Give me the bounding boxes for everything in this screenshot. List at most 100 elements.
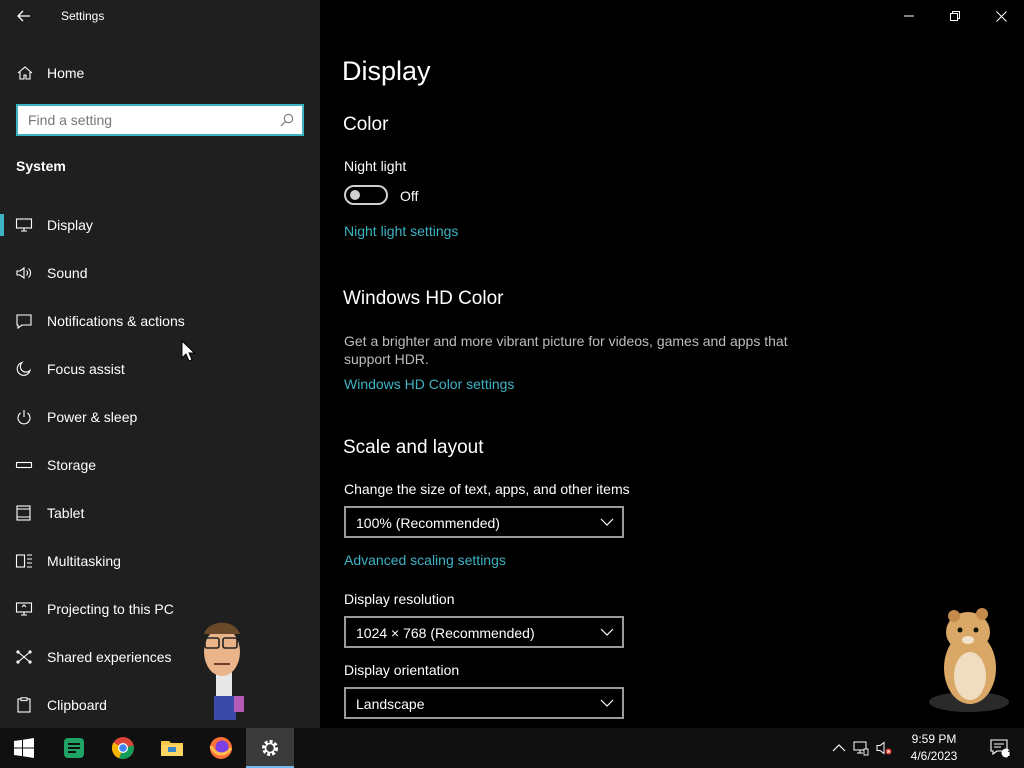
back-arrow-icon (17, 10, 30, 22)
tablet-icon (16, 505, 31, 521)
minimize-icon (904, 15, 914, 17)
search-input[interactable] (18, 106, 274, 134)
night-light-settings-link[interactable]: Night light settings (344, 223, 458, 239)
taskbar-file-explorer[interactable] (148, 728, 196, 768)
shared-experiences-icon (16, 650, 32, 664)
power-icon (17, 410, 31, 425)
close-icon (995, 10, 1007, 22)
notification-count-badge: 1 (1007, 749, 1013, 760)
sidebar-item-tablet[interactable]: Tablet (0, 493, 320, 533)
close-button[interactable] (978, 0, 1024, 32)
resolution-dropdown[interactable]: 1024 × 768 (Recommended) (344, 616, 624, 648)
network-icon[interactable] (853, 740, 869, 756)
night-light-toggle[interactable] (344, 185, 388, 205)
chevron-down-icon (600, 518, 614, 526)
toggle-knob (350, 190, 360, 200)
search-icon[interactable] (280, 113, 294, 127)
gear-icon (262, 740, 278, 756)
active-indicator (0, 214, 4, 236)
restore-icon (950, 11, 960, 21)
advanced-scaling-link[interactable]: Advanced scaling settings (344, 552, 506, 568)
volume-muted-icon[interactable] (876, 740, 892, 756)
sidebar-item-projecting[interactable]: Projecting to this PC (0, 589, 320, 629)
dropdown-value: Landscape (356, 696, 425, 712)
minimize-button[interactable] (886, 0, 932, 32)
sidebar-item-home[interactable]: Home (0, 56, 320, 90)
sidebar-item-label: Projecting to this PC (47, 601, 174, 617)
settings-sidebar: Settings Home System Display Sound (0, 0, 320, 728)
sheets-app-icon (64, 738, 84, 758)
scale-size-dropdown[interactable]: 100% (Recommended) (344, 506, 624, 538)
sidebar-item-label: Storage (47, 457, 97, 473)
sidebar-item-label: Multitasking (47, 553, 121, 569)
sidebar-item-label: Display (47, 217, 93, 233)
taskbar-settings[interactable] (246, 728, 294, 768)
scale-size-label: Change the size of text, apps, and other… (344, 481, 630, 497)
hd-color-settings-link[interactable]: Windows HD Color settings (344, 376, 514, 392)
taskbar-firefox[interactable] (197, 728, 245, 768)
sidebar-item-notifications[interactable]: Notifications & actions (0, 301, 320, 341)
taskbar-sheets-app[interactable] (50, 728, 98, 768)
dropdown-value: 100% (Recommended) (356, 515, 500, 531)
notification-icon (16, 314, 32, 329)
taskbar-clock[interactable]: 9:59 PM 4/6/2023 (898, 731, 970, 765)
chevron-down-icon (600, 699, 614, 707)
clock-time: 9:59 PM (911, 732, 957, 746)
back-button[interactable] (8, 2, 40, 30)
sidebar-item-label: Clipboard (47, 697, 107, 713)
show-hidden-icons-chevron-icon[interactable] (831, 740, 847, 756)
start-button[interactable] (0, 728, 48, 768)
sidebar-item-label: Home (47, 65, 85, 81)
window-controls (886, 0, 1024, 32)
sidebar-item-sound[interactable]: Sound (0, 253, 320, 293)
section-title: System (16, 158, 66, 174)
sidebar-item-shared-experiences[interactable]: Shared experiences (0, 637, 320, 677)
sidebar-item-label: Focus assist (47, 361, 125, 377)
sidebar-item-label: Power & sleep (47, 409, 138, 425)
orientation-dropdown[interactable]: Landscape (344, 687, 624, 719)
multitasking-icon (15, 554, 32, 568)
home-icon (17, 66, 33, 80)
firefox-icon (209, 737, 233, 759)
restore-button[interactable] (932, 0, 978, 32)
search-box[interactable] (16, 104, 304, 136)
section-heading-scale-layout: Scale and layout (343, 437, 484, 458)
section-heading-hd-color: Windows HD Color (343, 288, 504, 309)
cartoon-character-sticker (204, 622, 244, 720)
sidebar-item-focus-assist[interactable]: Focus assist (0, 349, 320, 389)
settings-main-panel: Display Color Night light Off Night ligh… (320, 0, 1024, 728)
night-light-label: Night light (344, 158, 407, 174)
sidebar-item-label: Notifications & actions (47, 313, 185, 329)
app-title: Settings (61, 9, 105, 23)
sidebar-item-storage[interactable]: Storage (0, 445, 320, 485)
taskbar-chrome[interactable] (99, 728, 147, 768)
sidebar-item-clipboard[interactable]: Clipboard (0, 685, 320, 725)
chrome-icon (111, 737, 134, 759)
night-light-state: Off (400, 188, 419, 204)
sidebar-item-multitasking[interactable]: Multitasking (0, 541, 320, 581)
clipboard-icon (17, 697, 31, 713)
folder-icon (161, 741, 183, 756)
page-title: Display (342, 56, 431, 86)
sidebar-item-label: Tablet (47, 505, 85, 521)
clock-date: 4/6/2023 (910, 749, 958, 763)
windows-logo-icon (14, 738, 34, 758)
chevron-down-icon (600, 628, 614, 636)
moon-icon (16, 361, 32, 376)
section-heading-color: Color (343, 114, 389, 135)
projecting-icon (15, 602, 33, 616)
sidebar-item-power-sleep[interactable]: Power & sleep (0, 397, 320, 437)
sidebar-item-display[interactable]: Display (0, 205, 320, 245)
sidebar-item-label: Sound (47, 265, 88, 281)
speaker-icon (16, 266, 31, 280)
action-center-button[interactable]: 1 (976, 728, 1024, 768)
dropdown-value: 1024 × 768 (Recommended) (356, 625, 535, 641)
sidebar-item-label: Shared experiences (47, 649, 172, 665)
hd-color-description: Get a brighter and more vibrant picture … (344, 333, 788, 367)
storage-icon (15, 461, 33, 469)
taskbar: 9:59 PM 4/6/2023 1 (0, 728, 1024, 768)
orientation-label: Display orientation (344, 662, 460, 678)
monitor-icon (15, 218, 33, 232)
mouse-cursor-icon (181, 340, 195, 362)
resolution-label: Display resolution (344, 591, 455, 607)
